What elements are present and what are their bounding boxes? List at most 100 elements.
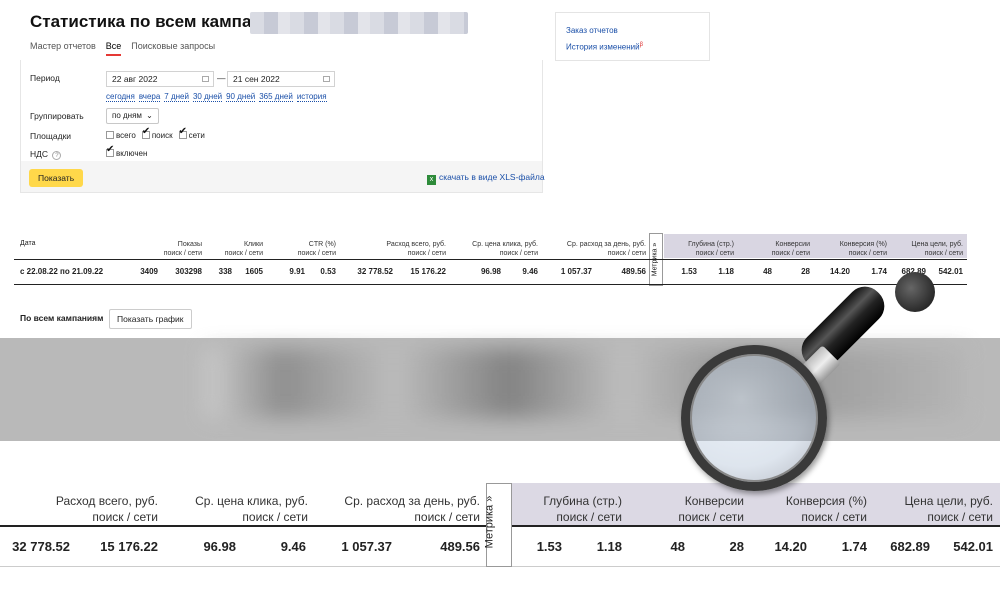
col-depth-title: Глубина (стр.): [688, 241, 734, 248]
vat-checkbox-label: включен: [116, 149, 148, 158]
cell-spend-net: 15 176.22: [410, 267, 446, 276]
col-ctr-title: CTR (%): [308, 241, 336, 248]
cell-depth-search: 1.53: [681, 267, 697, 276]
period-7days-link[interactable]: 7 дней: [164, 92, 189, 102]
download-xls-link[interactable]: x скачать в виде XLS-файла: [427, 172, 545, 185]
zoom-col-daily-title: Ср. расход за день, руб.: [344, 494, 480, 508]
cell-convpct-search: 14.20: [829, 267, 850, 276]
tab-report-master[interactable]: Мастер отчетов: [30, 41, 96, 56]
magnifier-icon: [681, 345, 827, 491]
show-button[interactable]: Показать: [29, 169, 84, 187]
change-history-link[interactable]: История измененийβ: [566, 38, 699, 55]
period-yesterday-link[interactable]: вчера: [138, 92, 161, 102]
cell-spend-search: 32 778.52: [357, 267, 393, 276]
cell-ctr-search: 9.91: [289, 267, 305, 276]
zoom-col-cpc-sub: поиск / сети: [242, 510, 308, 524]
period-history-link[interactable]: история: [296, 92, 327, 102]
download-xls-label: скачать в виде XLS-файла: [439, 172, 545, 182]
zoom-col-spend-sub: поиск / сети: [92, 510, 158, 524]
period-label: Период: [30, 73, 60, 83]
zoom-col-spend-title: Расход всего, руб.: [55, 494, 158, 508]
col-clicks-header: Клики поиск / сети: [208, 240, 263, 258]
metrika-label-zoomed: Метрика »: [483, 495, 496, 549]
zoom-cell-depth-search: 1.53: [536, 539, 562, 554]
cell-conv-search: 48: [763, 267, 772, 276]
col-convpct-header: Конверсия (%) поиск / сети: [820, 240, 887, 258]
row-date: с 22.08.22 по 21.09.22: [20, 267, 104, 276]
col-conv-title: Конверсии: [775, 241, 810, 248]
date-from-input[interactable]: 22 авг 2022: [106, 71, 214, 87]
platform-network-checkbox[interactable]: сети: [178, 126, 205, 140]
col-daily-title: Ср. расход за день, руб.: [566, 241, 646, 248]
period-90days-link[interactable]: 90 дней: [226, 92, 256, 102]
cell-daily-search: 1 057.37: [560, 267, 592, 276]
zoom-cell-spend-search: 32 778.52: [12, 539, 70, 554]
xls-file-icon: x: [427, 175, 436, 185]
chevron-down-icon: ⌄: [146, 111, 153, 120]
col-cpc-sub: поиск / сети: [499, 250, 538, 257]
col-clicks-sub: поиск / сети: [224, 250, 263, 257]
period-today-link[interactable]: сегодня: [106, 92, 135, 102]
checkbox-box: [106, 144, 114, 157]
zoom-col-spend-header: Расход всего, руб. поиск / сети: [30, 493, 158, 525]
zoom-col-convpct-title: Конверсия (%): [785, 494, 867, 508]
tab-all[interactable]: Все: [105, 41, 122, 56]
col-shows-header: Показы поиск / сети: [140, 240, 202, 258]
order-reports-link[interactable]: Заказ отчетов: [566, 23, 699, 38]
platform-network-label: сети: [188, 131, 205, 140]
platform-search-checkbox[interactable]: поиск: [141, 126, 173, 140]
col-convpct-title: Конверсия (%): [839, 241, 887, 248]
calendar-icon[interactable]: [202, 76, 209, 82]
col-depth-sub: поиск / сети: [695, 250, 734, 257]
zoom-col-cpc-title: Ср. цена клика, руб.: [195, 494, 308, 508]
beta-badge: β: [639, 42, 644, 48]
campaign-name-redacted: [250, 12, 468, 34]
zoom-col-convpct-header: Конверсия (%) поиск / сети: [765, 493, 867, 525]
zoom-col-daily-header: Ср. расход за день, руб. поиск / сети: [320, 493, 480, 525]
col-clicks-title: Клики: [243, 241, 263, 248]
cell-daily-net: 489.56: [621, 267, 646, 276]
checkbox-box: [106, 131, 114, 139]
col-goal-header: Цена цели, руб. поиск / сети: [895, 240, 963, 258]
platform-all-checkbox[interactable]: всего: [106, 131, 136, 140]
help-icon[interactable]: ?: [52, 151, 62, 160]
zoom-col-cpc-header: Ср. цена клика, руб. поиск / сети: [178, 493, 308, 525]
checkbox-box: [178, 126, 187, 139]
by-campaigns-label: По всем кампаниям: [20, 313, 104, 323]
show-graph-button[interactable]: Показать график: [109, 309, 192, 329]
date-to-input[interactable]: 21 сен 2022: [227, 71, 335, 87]
group-select[interactable]: по дням ⌄: [106, 108, 159, 124]
cell-clicks-search: 338: [218, 267, 232, 276]
zoom-cell-depth-net: 1.18: [596, 539, 622, 554]
zoom-col-convpct-sub: поиск / сети: [801, 510, 867, 524]
metrika-toggle-zoomed[interactable]: Метрика »: [483, 483, 512, 567]
vat-checkbox[interactable]: включен: [106, 144, 148, 158]
col-conv-header: Конверсии поиск / сети: [745, 240, 810, 258]
zoom-col-goal-header: Цена цели, руб. поиск / сети: [885, 493, 993, 525]
col-spend-sub: поиск / сети: [407, 250, 446, 257]
zoom-cell-conv-search: 48: [670, 539, 685, 554]
zoom-col-conv-title: Конверсии: [684, 494, 744, 508]
magnifier-handle-cap: [895, 272, 935, 312]
col-daily-sub: поиск / сети: [607, 250, 646, 257]
change-history-label: История изменений: [566, 42, 640, 52]
cell-cpc-search: 96.98: [480, 267, 501, 276]
col-shows-sub: поиск / сети: [163, 250, 202, 257]
platform-search-label: поиск: [151, 131, 173, 140]
col-daily-header: Ср. расход за день, руб. поиск / сети: [545, 240, 646, 258]
period-365days-link[interactable]: 365 дней: [259, 92, 293, 102]
vat-label-text: НДС: [30, 149, 49, 159]
zoom-cell-spend-net: 15 176.22: [100, 539, 158, 554]
zoom-cell-daily-search: 1 057.37: [341, 539, 392, 554]
tab-search-queries[interactable]: Поисковые запросы: [131, 41, 215, 56]
platform-all-label: всего: [116, 131, 136, 140]
zoom-col-goal-title: Цена цели, руб.: [904, 494, 993, 508]
col-convpct-sub: поиск / сети: [848, 250, 887, 257]
checkbox-box: [141, 126, 150, 139]
date-to-value: 21 сен 2022: [233, 74, 280, 84]
col-spend-header: Расход всего, руб. поиск / сети: [350, 240, 446, 258]
calendar-icon[interactable]: [323, 76, 330, 82]
zoom-cell-cpc-net: 9.46: [280, 539, 306, 554]
date-from-value: 22 авг 2022: [112, 74, 158, 84]
period-30days-link[interactable]: 30 дней: [192, 92, 223, 102]
